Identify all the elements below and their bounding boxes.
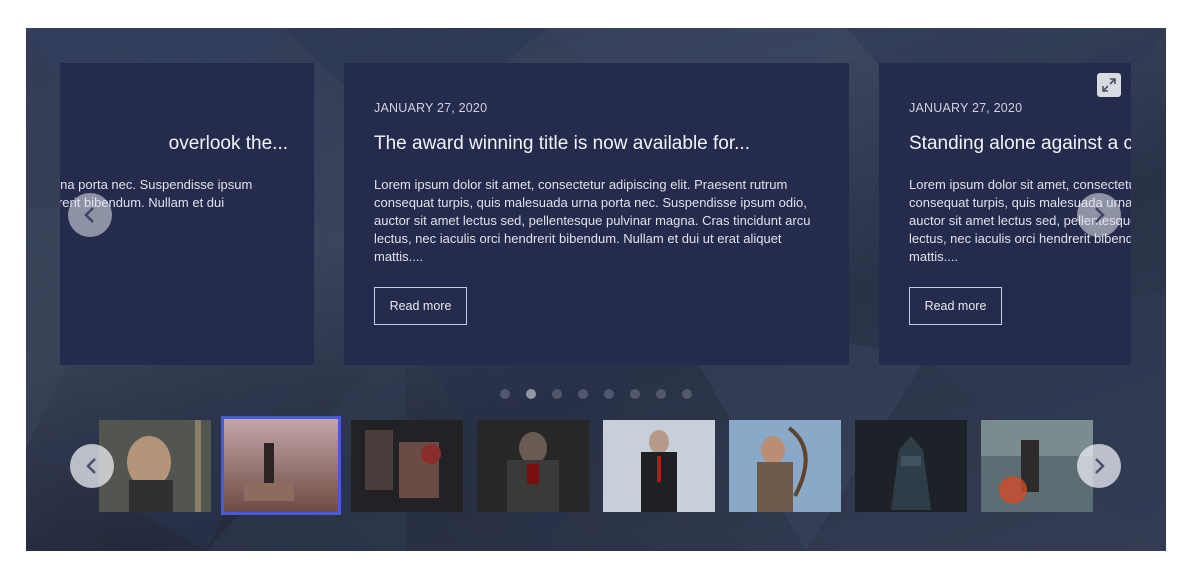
- game-thumbnail[interactable]: [603, 420, 715, 512]
- pagination-dot-active[interactable]: [526, 389, 536, 399]
- game-thumbnail[interactable]: [729, 420, 841, 512]
- card-excerpt: Lorem ipsum dolor sit amet, consectetur …: [374, 177, 811, 264]
- game-thumbnail[interactable]: [99, 420, 211, 512]
- read-more-button[interactable]: Read more: [909, 287, 1002, 325]
- news-carousel: overlook the... etur adipiscing elit. Pr…: [26, 28, 1166, 551]
- pagination-dots: [500, 389, 692, 399]
- card-date: [60, 101, 288, 119]
- pagination-dot[interactable]: [656, 389, 666, 399]
- chevron-left-icon: [84, 207, 94, 223]
- news-card-active: JANUARY 27, 2020 The award winning title…: [344, 63, 849, 365]
- pagination-dot[interactable]: [630, 389, 640, 399]
- thumbs-next-button[interactable]: [1077, 444, 1121, 488]
- card-date: JANUARY 27, 2020: [909, 101, 1023, 115]
- pagination-dot[interactable]: [552, 389, 562, 399]
- slider-next-button[interactable]: [1077, 193, 1121, 237]
- card-title[interactable]: Standing alone against a ci: [909, 133, 1131, 159]
- game-thumbnail[interactable]: [855, 420, 967, 512]
- thumbs-prev-button[interactable]: [70, 444, 114, 488]
- expand-icon: [1102, 78, 1116, 92]
- slider-prev-button[interactable]: [68, 193, 112, 237]
- card-title[interactable]: The award winning title is now available…: [374, 133, 819, 159]
- chevron-right-icon: [1095, 207, 1105, 223]
- pagination-dot[interactable]: [578, 389, 588, 399]
- pagination-dot[interactable]: [500, 389, 510, 399]
- pagination-dot[interactable]: [682, 389, 692, 399]
- expand-button[interactable]: [1097, 73, 1121, 97]
- card-title[interactable]: overlook the...: [60, 133, 288, 159]
- game-thumbnail[interactable]: [351, 420, 463, 512]
- read-more-button[interactable]: Read more: [374, 287, 467, 325]
- card-date: JANUARY 27, 2020: [374, 101, 488, 115]
- chevron-left-icon: [86, 458, 96, 474]
- pagination-dot[interactable]: [604, 389, 614, 399]
- game-thumbnail-active[interactable]: [221, 416, 341, 515]
- game-thumbnail[interactable]: [477, 420, 589, 512]
- chevron-right-icon: [1095, 458, 1105, 474]
